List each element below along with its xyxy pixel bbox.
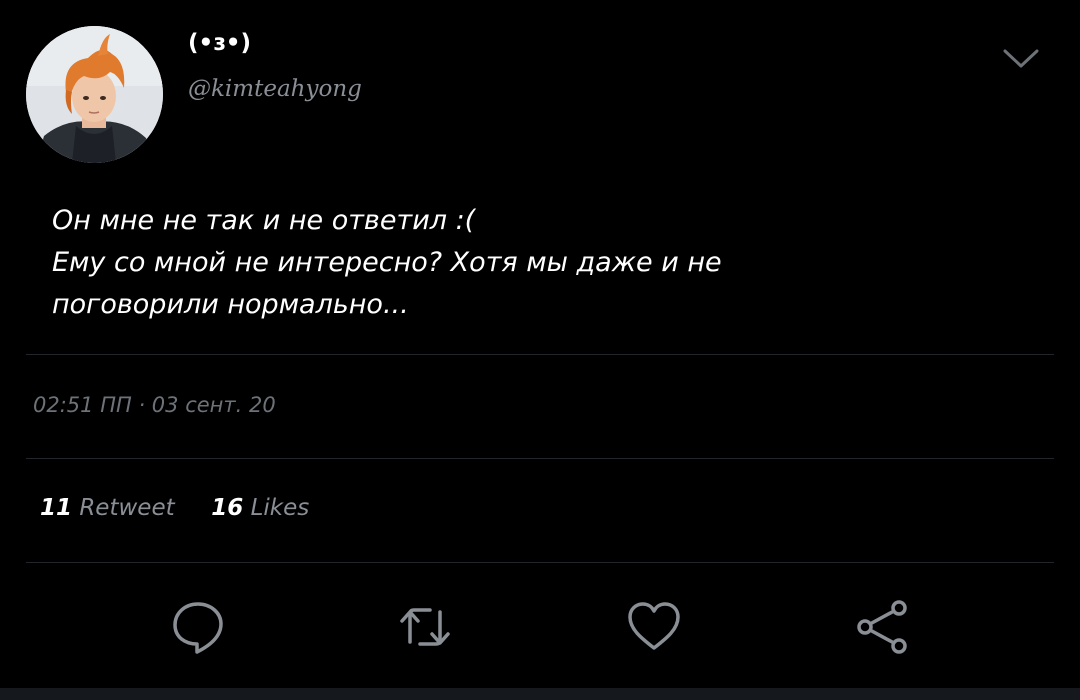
tweet-text-line: Ему со мной не интересно? Хотя мы даже и…	[52, 247, 722, 278]
divider	[26, 458, 1054, 459]
display-name[interactable]: (•ɜ•)	[188, 30, 251, 56]
divider	[26, 354, 1054, 355]
avatar-image	[26, 26, 163, 163]
tweet-text-line: поговорили нормально...	[52, 289, 409, 320]
chevron-down-icon[interactable]	[1002, 46, 1040, 72]
bottom-bar	[0, 688, 1080, 700]
heart-icon[interactable]	[625, 598, 683, 656]
tweet-stats: 11 Retweet 16 Likes	[40, 495, 309, 521]
user-handle[interactable]: @kimteahyong	[188, 76, 362, 102]
tweet-timestamp: 02:51 ПП · 03 сент. 20	[33, 393, 276, 417]
speech-bubble-icon[interactable]	[169, 598, 227, 656]
likes-stat[interactable]: 16 Likes	[211, 495, 309, 521]
divider	[26, 562, 1054, 563]
likes-count: 16	[211, 495, 244, 521]
tweet-text-line: Он мне не так и не ответил :(	[52, 205, 476, 236]
retweets-label: Retweet	[79, 495, 175, 521]
avatar[interactable]	[26, 26, 163, 163]
retweets-count: 11	[40, 495, 73, 521]
retweet-icon[interactable]	[396, 598, 454, 656]
retweets-stat[interactable]: 11 Retweet	[40, 495, 182, 521]
tweet-detail: (•ɜ•) @kimteahyong Он мне не так и не от…	[0, 0, 1080, 700]
share-icon[interactable]	[853, 598, 911, 656]
tweet-text: Он мне не так и не ответил :( Ему со мно…	[52, 200, 1032, 326]
likes-label: Likes	[250, 495, 310, 521]
